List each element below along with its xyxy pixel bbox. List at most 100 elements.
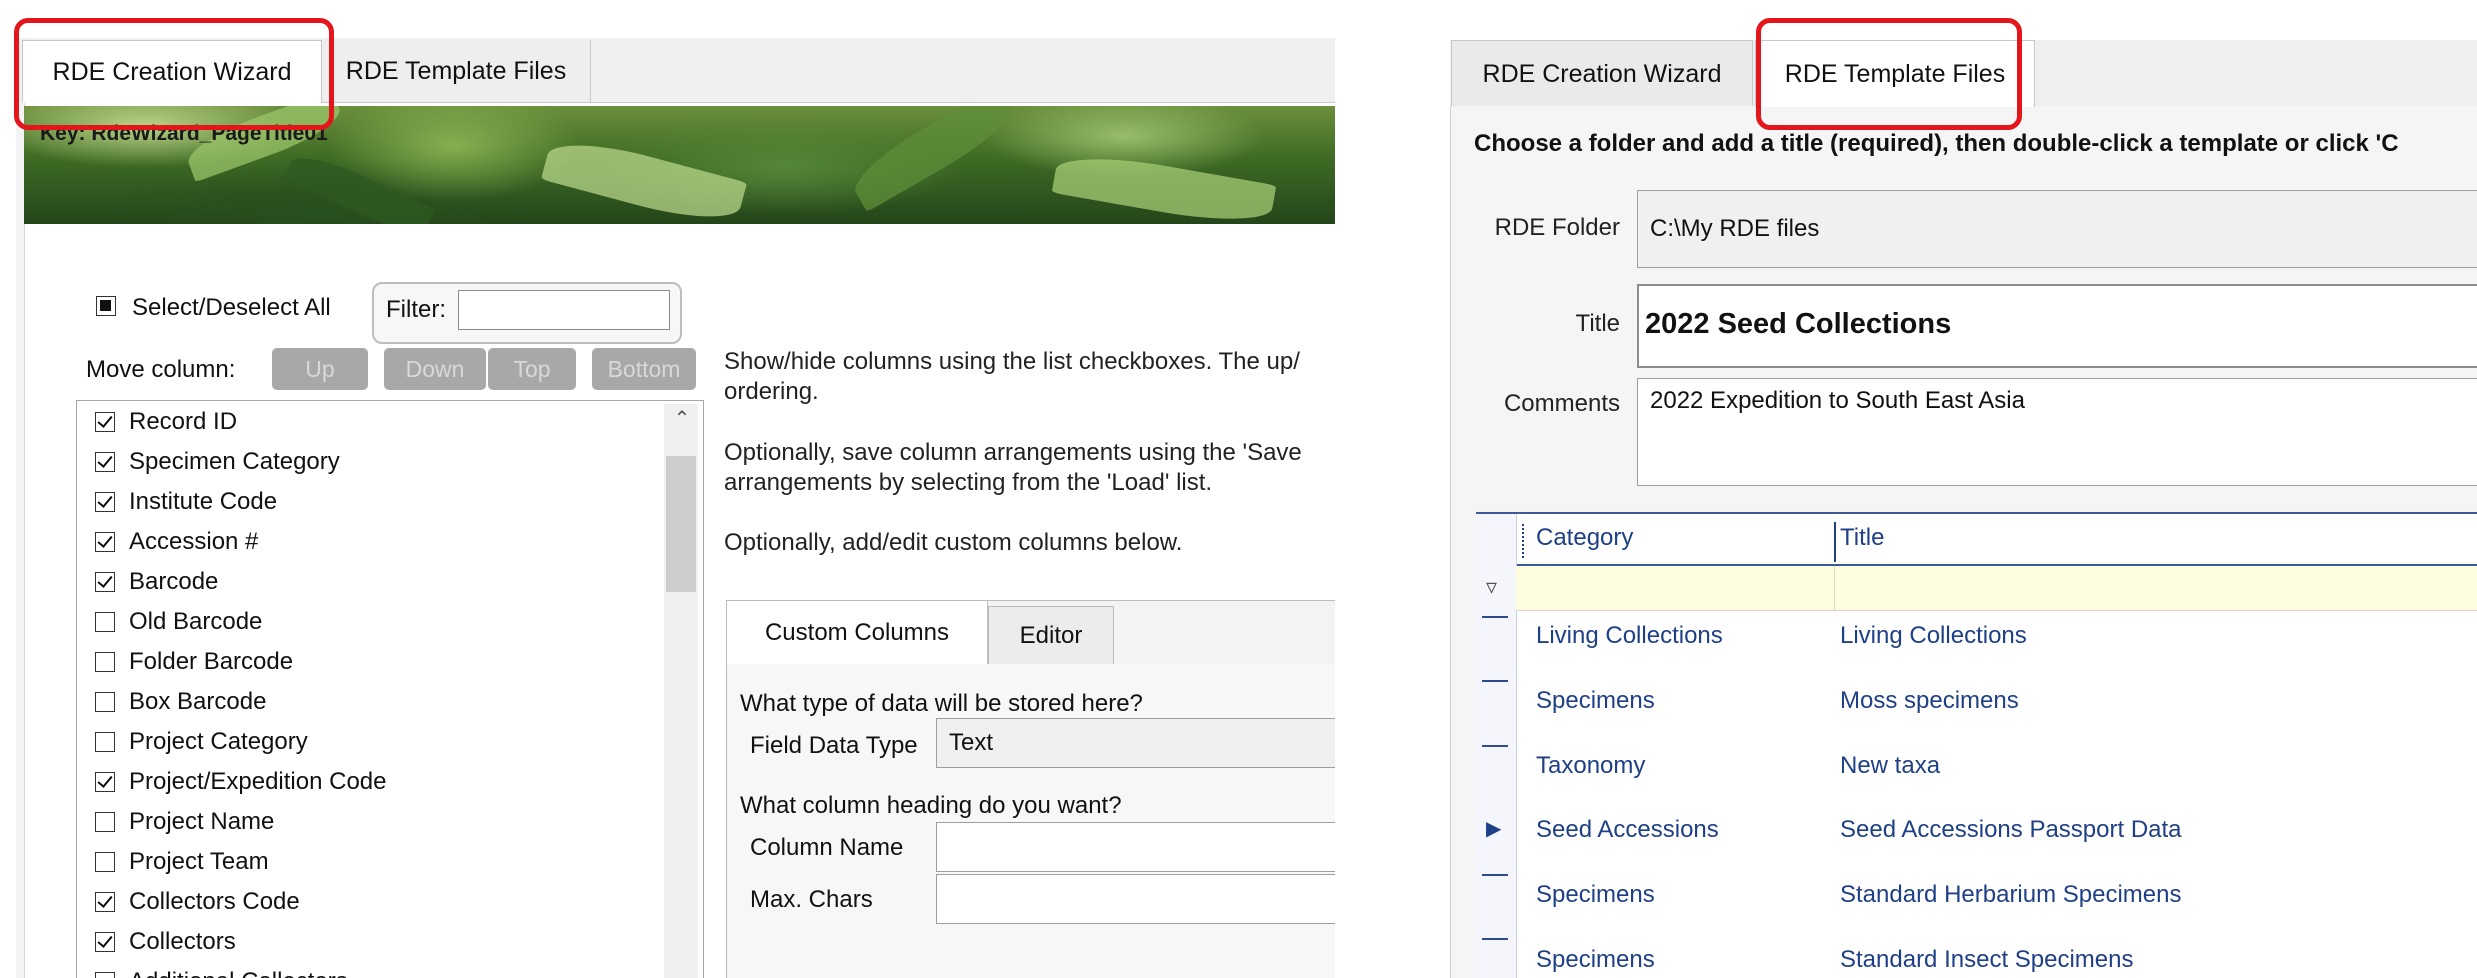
move-top-button[interactable]: Top [488, 348, 576, 390]
move-up-button[interactable]: Up [272, 348, 368, 390]
help-text-line: Optionally, save column arrangements usi… [724, 439, 1302, 466]
list-item[interactable]: Project/Expedition Code [95, 762, 386, 802]
grid-cell-category[interactable]: Living Collections [1536, 622, 1723, 650]
grid-cell-category[interactable]: Taxonomy [1536, 752, 1645, 780]
checkbox[interactable] [95, 772, 115, 792]
checkbox[interactable] [95, 412, 115, 432]
grid-cell-category[interactable]: Specimens [1536, 946, 1655, 974]
list-item-label: Institute Code [129, 488, 278, 515]
checkbox[interactable] [95, 932, 115, 952]
list-item-label: Box Barcode [129, 688, 267, 715]
checkbox[interactable] [95, 612, 115, 632]
list-item[interactable]: Project Name [95, 802, 274, 842]
list-item[interactable]: Old Barcode [95, 602, 262, 642]
list-item-label: Collectors [129, 928, 236, 955]
filter-input[interactable] [458, 290, 670, 330]
rde-folder-field[interactable]: C:\My RDE files [1637, 190, 2477, 268]
select-all-checkbox[interactable] [96, 296, 116, 321]
list-item-label: Old Barcode [129, 608, 263, 635]
checkbox[interactable] [95, 492, 115, 512]
column-name-label: Column Name [750, 834, 904, 861]
tab-editor[interactable]: Editor [988, 606, 1114, 666]
filter-icon[interactable]: ▿ [1486, 574, 1497, 600]
tab-rde-template-files[interactable]: RDE Template Files [322, 40, 591, 102]
list-item-label: Specimen Category [129, 448, 340, 475]
banner-title-key: Key: RdeWizard_PageTitle01 [40, 122, 328, 145]
column-divider[interactable] [1834, 522, 1836, 562]
list-item-label: Record ID [129, 408, 238, 435]
title-input[interactable]: 2022 Seed Collections [1637, 284, 2477, 368]
move-column-label: Move column: [86, 356, 236, 383]
column-name-input[interactable] [936, 822, 1335, 872]
grid-filter-row[interactable] [1516, 566, 2477, 611]
field-data-type-value: Text [949, 729, 994, 756]
max-chars-input[interactable] [936, 874, 1335, 924]
list-item[interactable]: Institute Code [95, 482, 277, 522]
list-item-label: Project Category [129, 728, 308, 755]
list-item[interactable]: Folder Barcode [95, 642, 293, 682]
grid-cell-title[interactable]: Standard Insect Specimens [1840, 946, 2134, 974]
comments-label: Comments [1503, 390, 1620, 417]
select-all-label: Select/Deselect All [132, 294, 331, 321]
column-drag-handle[interactable] [1522, 524, 1526, 558]
column-header-title[interactable]: Title [1840, 524, 1884, 552]
checkbox[interactable] [95, 812, 115, 832]
grid-cell-title[interactable]: New taxa [1840, 752, 1940, 780]
checkbox[interactable] [95, 732, 115, 752]
grid-cell-title[interactable]: Seed Accessions Passport Data [1840, 816, 2182, 844]
row-marker [1482, 616, 1508, 618]
list-item[interactable]: Collectors [95, 922, 236, 962]
list-item-label: Folder Barcode [129, 648, 294, 675]
list-item[interactable]: Project Category [95, 722, 308, 762]
list-scroll-thumb[interactable] [666, 456, 696, 592]
chevron-up-icon[interactable]: ⌃ [670, 406, 694, 436]
field-data-type-label: Field Data Type [750, 732, 918, 759]
max-chars-label: Max. Chars [750, 886, 873, 913]
list-item-label: Barcode [129, 568, 219, 595]
filter-label: Filter: [386, 296, 446, 323]
list-item[interactable]: Record ID [95, 402, 237, 442]
question-data-type: What type of data will be stored here? [740, 690, 1143, 717]
title-value: 2022 Seed Collections [1645, 308, 1952, 340]
grid-cell-title[interactable]: Moss specimens [1840, 687, 2019, 715]
list-item[interactable]: Project Team [95, 842, 269, 882]
list-item[interactable]: Accession # [95, 522, 258, 562]
help-text-line: Optionally, add/edit custom columns belo… [724, 529, 1183, 556]
move-bottom-button[interactable]: Bottom [592, 348, 696, 390]
tab-rde-creation-wizard[interactable]: RDE Creation Wizard [1451, 40, 1753, 108]
left-panel-wizard: RDE Creation Wizard RDE Template Files K… [0, 0, 1335, 978]
grid-cell-title[interactable]: Living Collections [1840, 622, 2027, 650]
grid-cell-title[interactable]: Standard Herbarium Specimens [1840, 881, 2182, 909]
move-down-button[interactable]: Down [384, 348, 486, 390]
column-header-category[interactable]: Category [1536, 524, 1633, 552]
help-text-line: arrangements by selecting from the 'Load… [724, 469, 1213, 496]
grid-cell-category[interactable]: Specimens [1536, 687, 1655, 715]
list-item[interactable]: Box Barcode [95, 682, 266, 722]
field-data-type-select[interactable]: Text [936, 718, 1335, 768]
help-text-line: ordering. [724, 378, 819, 405]
list-item[interactable]: Collectors Code [95, 882, 300, 922]
checkbox[interactable] [95, 852, 115, 872]
right-panel-template-files: RDE Creation Wizard RDE Template Files C… [1450, 0, 2477, 978]
comments-input[interactable]: 2022 Expedition to South East Asia [1637, 378, 2477, 486]
list-item[interactable]: Additional Collectors [95, 962, 348, 978]
checkbox[interactable] [95, 972, 115, 978]
row-marker [1482, 745, 1508, 747]
checkbox[interactable] [95, 452, 115, 472]
list-item-label: Additional Collectors [129, 968, 348, 978]
checkbox[interactable] [95, 692, 115, 712]
checkbox[interactable] [95, 652, 115, 672]
grid-cell-category[interactable]: Seed Accessions [1536, 816, 1719, 844]
checkbox[interactable] [95, 892, 115, 912]
checkbox[interactable] [95, 532, 115, 552]
checkbox[interactable] [95, 572, 115, 592]
tab-custom-columns[interactable]: Custom Columns [726, 600, 988, 665]
column-list[interactable]: Record ID Specimen Category Institute Co… [76, 400, 704, 978]
row-marker [1482, 938, 1508, 940]
list-item[interactable]: Specimen Category [95, 442, 340, 482]
tab-rde-creation-wizard[interactable]: RDE Creation Wizard [22, 40, 322, 103]
tab-rde-template-files[interactable]: RDE Template Files [1755, 40, 2035, 107]
grid-cell-category[interactable]: Specimens [1536, 881, 1655, 909]
list-item[interactable]: Barcode [95, 562, 218, 602]
list-item-label: Collectors Code [129, 888, 300, 915]
